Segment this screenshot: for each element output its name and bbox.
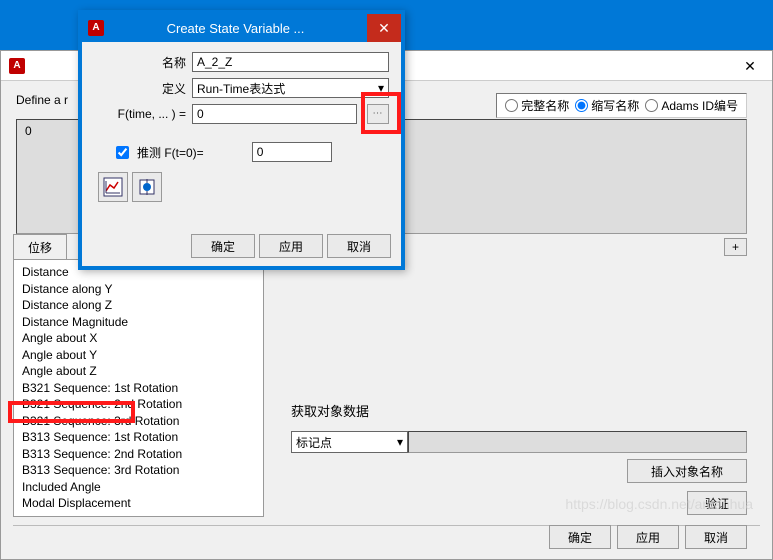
ftime-value: 0 bbox=[197, 107, 204, 121]
apply-button[interactable]: 应用 bbox=[617, 525, 679, 549]
list-item[interactable]: B321 Sequence: 1st Rotation bbox=[14, 380, 263, 397]
list-item[interactable]: Distance along Z bbox=[14, 297, 263, 314]
radio-short-name[interactable]: 缩写名称 bbox=[575, 97, 639, 114]
guess-row: 推测 F(t=0)= bbox=[94, 142, 389, 162]
guess-label: 推测 F(t=0)= bbox=[137, 144, 204, 161]
create-state-variable-dialog: A Create State Variable ... ✕ 名称 定义 Run-… bbox=[78, 10, 405, 270]
tab-displacement[interactable]: 位移 bbox=[13, 234, 67, 260]
guess-input[interactable] bbox=[252, 142, 332, 162]
dialog-title: Create State Variable ... bbox=[104, 21, 367, 36]
watermark: https://blog.csdn.net/antanhua bbox=[565, 496, 753, 512]
close-icon[interactable]: ✕ bbox=[367, 14, 401, 42]
object-type-select[interactable]: 标记点 ▾ bbox=[291, 431, 408, 453]
list-item[interactable]: Angle about Y bbox=[14, 347, 263, 364]
object-data-label: 获取对象数据 bbox=[291, 401, 369, 420]
ftime-label: F(time, ... ) = bbox=[94, 107, 186, 121]
define-label: Define a r bbox=[16, 93, 68, 107]
close-icon[interactable]: ✕ bbox=[736, 56, 764, 76]
list-item[interactable]: Distance along Y bbox=[14, 281, 263, 298]
app-icon: A bbox=[88, 20, 104, 36]
app-icon: A bbox=[9, 58, 25, 74]
radio-label: 完整名称 bbox=[521, 97, 569, 114]
definition-select[interactable]: Run-Time表达式 ▾ bbox=[192, 78, 389, 98]
radio-label: 缩写名称 bbox=[591, 97, 639, 114]
ok-button[interactable]: 确定 bbox=[549, 525, 611, 549]
list-item[interactable]: Angle about Z bbox=[14, 363, 263, 380]
units-icon[interactable] bbox=[132, 172, 162, 202]
list-item[interactable]: B313 Sequence: 2nd Rotation bbox=[14, 446, 263, 463]
dialog-title-bar: A Create State Variable ... ✕ bbox=[82, 14, 401, 42]
name-display-radios: 完整名称 缩写名称 Adams ID编号 bbox=[496, 93, 747, 118]
apply-button[interactable]: 应用 bbox=[259, 234, 323, 258]
list-item[interactable]: B313 Sequence: 3rd Rotation bbox=[14, 462, 263, 479]
definition-label: 定义 bbox=[94, 80, 186, 97]
radio-full-name[interactable]: 完整名称 bbox=[505, 97, 569, 114]
name-label: 名称 bbox=[94, 54, 186, 71]
ftime-row: F(time, ... ) = 0 ⋯ bbox=[94, 104, 389, 124]
dialog-buttons: 确定 应用 取消 bbox=[191, 234, 391, 258]
select-value: Run-Time表达式 bbox=[197, 80, 285, 97]
expression-text: 0 bbox=[25, 124, 32, 138]
list-item[interactable]: B321 Sequence: 3rd Rotation bbox=[14, 413, 263, 430]
name-row: 名称 bbox=[94, 52, 389, 72]
chevron-down-icon: ▾ bbox=[397, 435, 403, 449]
list-item[interactable]: Angle about X bbox=[14, 330, 263, 347]
list-item[interactable]: Included Angle bbox=[14, 479, 263, 496]
list-item[interactable]: Distance Magnitude bbox=[14, 314, 263, 331]
plot-icon[interactable] bbox=[98, 172, 128, 202]
list-item[interactable]: B321 Sequence: 2nd Rotation bbox=[14, 396, 263, 413]
ok-button[interactable]: 确定 bbox=[191, 234, 255, 258]
ftime-input[interactable]: 0 bbox=[192, 104, 357, 124]
main-dialog-buttons: 确定 应用 取消 bbox=[549, 525, 747, 549]
radio-label: Adams ID编号 bbox=[661, 97, 738, 114]
cancel-button[interactable]: 取消 bbox=[327, 234, 391, 258]
function-builder-button[interactable]: ⋯ bbox=[367, 104, 389, 124]
measure-list[interactable]: Distance Distance along Y Distance along… bbox=[13, 259, 264, 517]
definition-row: 定义 Run-Time表达式 ▾ bbox=[94, 78, 389, 98]
radio-adams-id[interactable]: Adams ID编号 bbox=[645, 97, 738, 114]
select-value: 标记点 bbox=[296, 434, 332, 451]
add-tab-button[interactable]: + bbox=[724, 238, 747, 256]
object-name-input[interactable] bbox=[408, 431, 747, 453]
icon-buttons bbox=[98, 172, 389, 202]
insert-object-name-button[interactable]: 插入对象名称 bbox=[627, 459, 747, 483]
name-input[interactable] bbox=[192, 52, 389, 72]
list-item[interactable]: B313 Sequence: 1st Rotation bbox=[14, 429, 263, 446]
list-item[interactable]: Modal Displacement bbox=[14, 495, 263, 512]
dialog-body: 名称 定义 Run-Time表达式 ▾ F(time, ... ) = 0 ⋯ … bbox=[82, 42, 401, 266]
cancel-button[interactable]: 取消 bbox=[685, 525, 747, 549]
chevron-down-icon: ▾ bbox=[378, 81, 384, 95]
object-data-row: 标记点 ▾ bbox=[291, 431, 747, 453]
guess-checkbox[interactable] bbox=[116, 146, 129, 159]
